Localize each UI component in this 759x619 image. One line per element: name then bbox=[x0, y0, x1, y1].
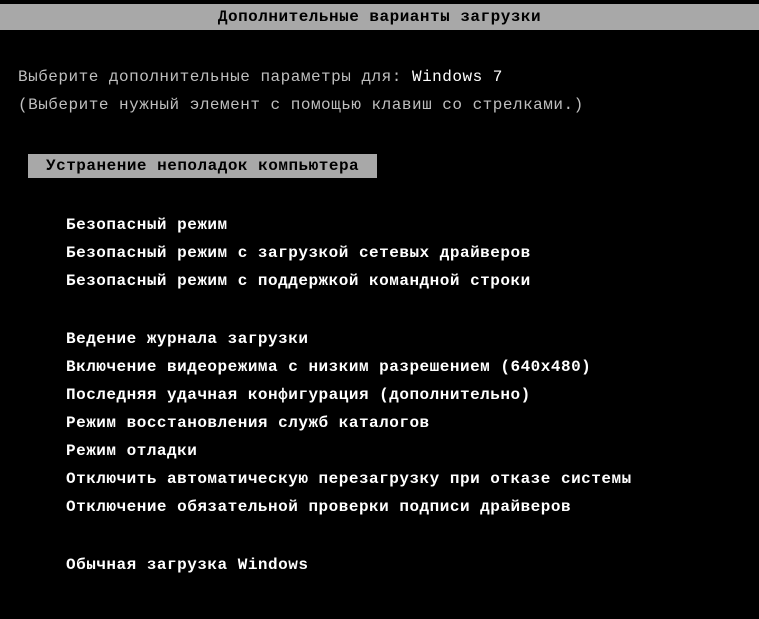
menu-item-safe-mode[interactable]: Безопасный режим bbox=[66, 216, 741, 234]
menu-item-debugging-mode[interactable]: Режим отладки bbox=[66, 442, 741, 460]
hint-line: (Выберите нужный элемент с помощью клави… bbox=[18, 96, 741, 114]
prompt-line: Выберите дополнительные параметры для: W… bbox=[18, 68, 741, 86]
menu-item-start-normally[interactable]: Обычная загрузка Windows bbox=[66, 556, 741, 574]
title-text: Дополнительные варианты загрузки bbox=[218, 8, 541, 26]
menu-item-low-res-video[interactable]: Включение видеорежима с низким разрешени… bbox=[66, 358, 741, 376]
menu-item-repair[interactable]: Устранение неполадок компьютера bbox=[28, 154, 377, 178]
spacer bbox=[28, 526, 741, 556]
title-bar: Дополнительные варианты загрузки bbox=[0, 4, 759, 30]
menu-item-safe-mode-command[interactable]: Безопасный режим с поддержкой командной … bbox=[66, 272, 741, 290]
menu-item-boot-logging[interactable]: Ведение журнала загрузки bbox=[66, 330, 741, 348]
menu-item-safe-mode-networking[interactable]: Безопасный режим с загрузкой сетевых дра… bbox=[66, 244, 741, 262]
boot-options-menu[interactable]: Устранение неполадок компьютера Безопасн… bbox=[28, 154, 741, 574]
menu-item-last-known-good[interactable]: Последняя удачная конфигурация (дополнит… bbox=[66, 386, 741, 404]
content-area: Выберите дополнительные параметры для: W… bbox=[0, 68, 759, 574]
menu-item-disable-driver-signature[interactable]: Отключение обязательной проверки подписи… bbox=[66, 498, 741, 516]
prompt-prefix: Выберите дополнительные параметры для: bbox=[18, 68, 412, 86]
menu-item-disable-auto-restart[interactable]: Отключить автоматическую перезагрузку пр… bbox=[66, 470, 741, 488]
os-name: Windows 7 bbox=[412, 68, 503, 86]
spacer bbox=[28, 300, 741, 330]
menu-item-directory-services-restore[interactable]: Режим восстановления служб каталогов bbox=[66, 414, 741, 432]
